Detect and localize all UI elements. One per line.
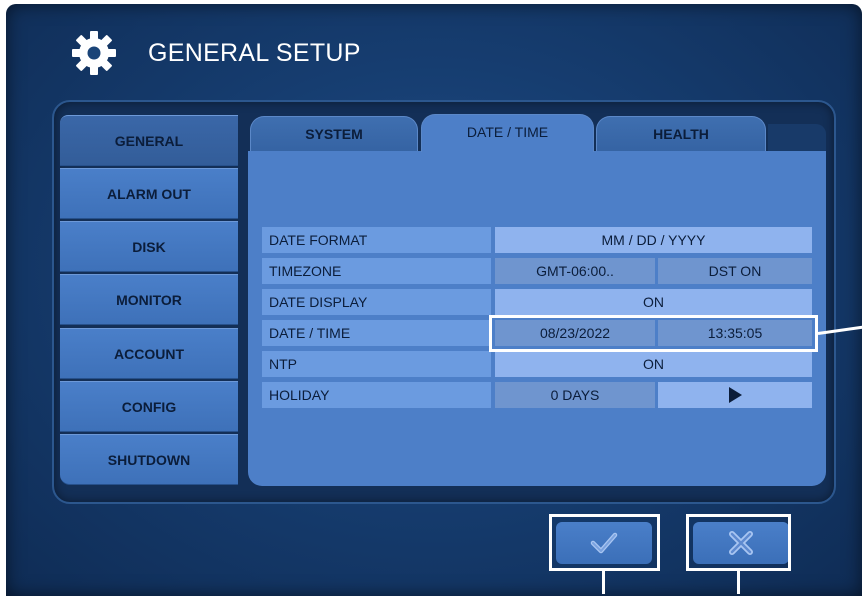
sidebar-item-alarm-out[interactable]: ALARM OUT (60, 168, 238, 219)
holiday-open-button[interactable] (658, 382, 812, 408)
tab-strip-spacer (768, 124, 826, 152)
tab-label: HEALTH (653, 126, 709, 142)
tab-system[interactable]: SYSTEM (250, 116, 418, 152)
date-format-select[interactable]: MM / DD / YYYY (495, 227, 812, 253)
setting-label: DATE FORMAT (262, 227, 491, 253)
sidebar-item-monitor[interactable]: MONITOR (60, 274, 238, 325)
sidebar-item-label: MONITOR (116, 291, 182, 308)
setting-label: HOLIDAY (262, 382, 491, 408)
sidebar-item-config[interactable]: CONFIG (60, 381, 238, 432)
setting-label: DATE / TIME (262, 320, 491, 346)
setting-row-timezone: TIMEZONE GMT-06:00.. DST ON (262, 258, 812, 284)
date-time-highlight (489, 315, 818, 352)
dst-toggle[interactable]: DST ON (658, 258, 812, 284)
annotation-line (602, 571, 605, 594)
title-bar: GENERAL SETUP (70, 28, 361, 78)
timezone-select[interactable]: GMT-06:00.. (495, 258, 655, 284)
page-title: GENERAL SETUP (148, 38, 361, 67)
confirm-highlight (549, 514, 660, 571)
setting-label: NTP (262, 351, 491, 377)
setting-row-date-display: DATE DISPLAY ON (262, 289, 812, 315)
setting-label: DATE DISPLAY (262, 289, 491, 315)
annotation-line (737, 571, 740, 594)
tab-label: DATE / TIME (466, 124, 549, 140)
cancel-highlight (686, 514, 791, 571)
sidebar-item-label: DISK (132, 238, 166, 255)
play-icon (728, 387, 742, 403)
sidebar-item-label: GENERAL (114, 132, 184, 149)
sidebar-item-disk[interactable]: DISK (60, 221, 238, 272)
sidebar-item-label: SHUTDOWN (107, 451, 191, 468)
sidebar-item-label: CONFIG (121, 398, 177, 415)
setting-row-ntp: NTP ON (262, 351, 812, 377)
holiday-days: 0 DAYS (495, 382, 655, 408)
setting-row-holiday: HOLIDAY 0 DAYS (262, 382, 812, 408)
date-display-toggle[interactable]: ON (495, 289, 812, 315)
sidebar-item-shutdown[interactable]: SHUTDOWN (60, 434, 238, 485)
sidebar-item-label: ACCOUNT (114, 345, 184, 362)
tab-date-time[interactable]: DATE / TIME (421, 114, 594, 152)
tab-health[interactable]: HEALTH (596, 116, 766, 152)
gear-icon (72, 31, 116, 75)
setting-row-date-format: DATE FORMAT MM / DD / YYYY (262, 227, 812, 253)
tab-label: SYSTEM (305, 126, 363, 142)
setting-label: TIMEZONE (262, 258, 491, 284)
sidebar-item-general[interactable]: GENERAL (60, 115, 238, 166)
sidebar-item-label: ALARM OUT (107, 185, 191, 202)
ntp-toggle[interactable]: ON (495, 351, 812, 377)
sidebar-item-account[interactable]: ACCOUNT (60, 328, 238, 379)
